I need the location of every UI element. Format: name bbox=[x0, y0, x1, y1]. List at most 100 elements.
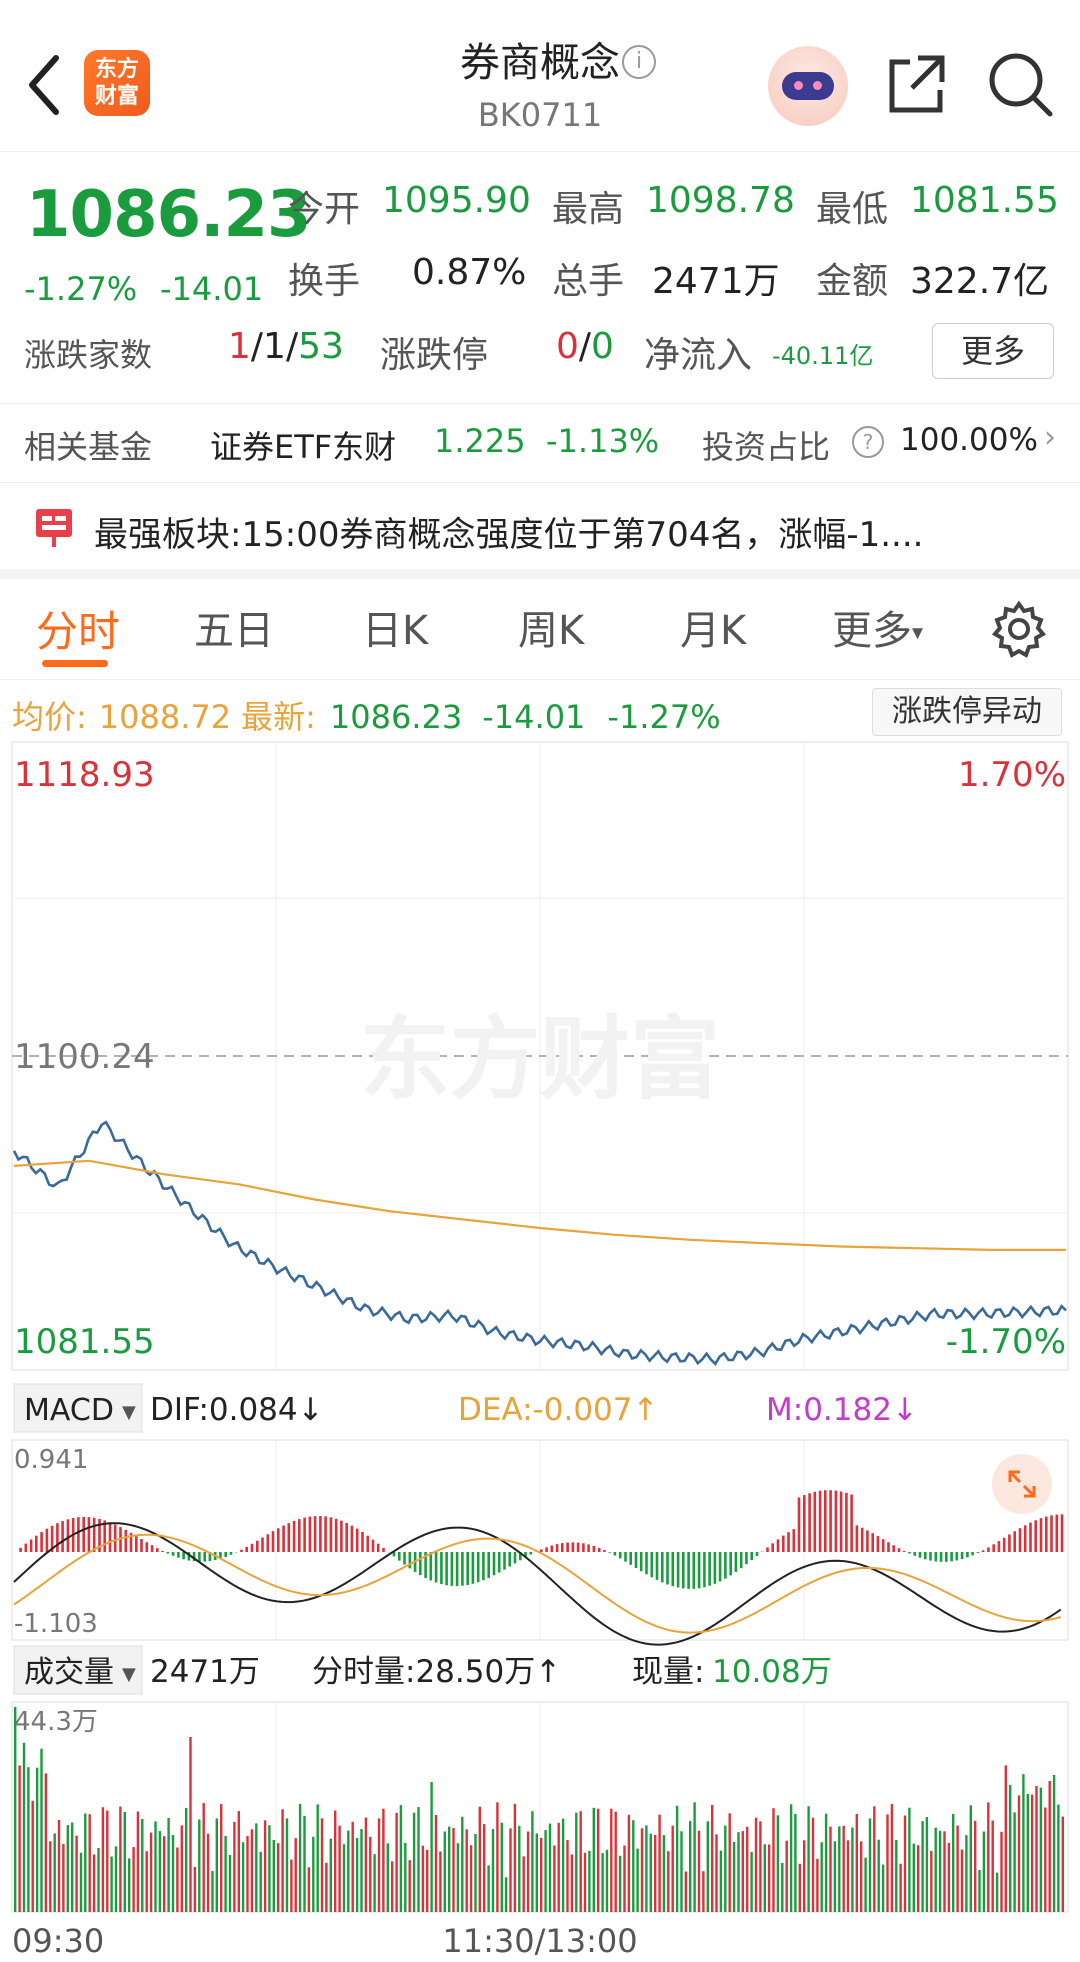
settings-gear-icon[interactable] bbox=[990, 600, 1048, 658]
search-icon[interactable] bbox=[986, 50, 1054, 118]
macd-bar bbox=[503, 1552, 506, 1570]
volume-bar bbox=[667, 1851, 670, 1912]
macd-bar bbox=[461, 1552, 464, 1586]
top-pct-label: 1.70% bbox=[958, 755, 1066, 795]
volume-bar bbox=[57, 1820, 61, 1912]
volume-bar bbox=[84, 1813, 87, 1912]
volume-bar bbox=[79, 1852, 83, 1912]
volume-bar bbox=[715, 1834, 718, 1912]
macd-bar bbox=[371, 1539, 375, 1552]
volume-bar bbox=[750, 1851, 753, 1912]
macd-bar bbox=[108, 1522, 112, 1552]
tab-five-day[interactable]: 五日 bbox=[194, 598, 274, 656]
volume-bar bbox=[855, 1814, 858, 1912]
volume-bar bbox=[706, 1821, 709, 1912]
help-icon[interactable]: ? bbox=[852, 426, 884, 458]
macd-bar bbox=[682, 1552, 685, 1589]
macd-bar bbox=[671, 1552, 675, 1587]
macd-bar bbox=[203, 1552, 206, 1562]
macd-bar bbox=[66, 1519, 70, 1552]
volume-bar bbox=[399, 1805, 403, 1912]
more-button[interactable]: 更多 bbox=[932, 323, 1054, 379]
macd-bar bbox=[1039, 1518, 1043, 1552]
macd-bar bbox=[240, 1549, 243, 1552]
volume-bar bbox=[881, 1864, 885, 1912]
volume-bar bbox=[820, 1842, 823, 1912]
volume-bar bbox=[877, 1839, 880, 1912]
macd-bar bbox=[113, 1524, 117, 1552]
strongest-sector-row[interactable]: 最强板块:15:00券商概念强度位于第704名，涨幅-1.... bbox=[0, 483, 1080, 579]
macd-bar bbox=[361, 1532, 364, 1552]
share-icon[interactable] bbox=[884, 52, 948, 116]
volume-bar bbox=[272, 1840, 275, 1912]
tab-monthly-k[interactable]: 月K bbox=[680, 598, 746, 656]
volume-bar bbox=[851, 1827, 854, 1912]
macd-bar bbox=[1018, 1528, 1022, 1552]
volume-bar bbox=[1022, 1774, 1025, 1912]
macd-bar bbox=[471, 1552, 475, 1584]
assistant-robot-icon[interactable] bbox=[768, 46, 848, 126]
macd-bar bbox=[145, 1542, 149, 1552]
tab-intraday[interactable]: 分时 bbox=[36, 598, 120, 659]
macd-bar bbox=[355, 1528, 359, 1552]
volume-bar bbox=[702, 1871, 705, 1912]
volume-bar bbox=[1061, 1816, 1064, 1912]
related-fund-row[interactable]: 相关基金 证券ETF东财 1.225 -1.13% 投资占比 ? 100.00%… bbox=[0, 403, 1080, 483]
fund-label: 相关基金 bbox=[24, 428, 153, 466]
volume-bar bbox=[842, 1825, 845, 1912]
volume-bar bbox=[680, 1831, 683, 1912]
volume-bar bbox=[290, 1859, 293, 1912]
macd-bar bbox=[813, 1491, 817, 1552]
charts-area[interactable]: 东方财富 1118.93 1.70% 1100.24 1081.55 -1.70… bbox=[0, 740, 1080, 1962]
minute-volume: 分时量:28.50万↑ bbox=[312, 1654, 561, 1690]
flat-count: /1/ bbox=[250, 326, 299, 367]
volume-bar bbox=[364, 1817, 368, 1912]
volume-bar bbox=[88, 1814, 91, 1912]
header: 东方财富 券商概念 i BK0711 bbox=[0, 0, 1080, 152]
macd-bar bbox=[150, 1545, 154, 1552]
volume-bar bbox=[22, 1742, 26, 1912]
macd-bar bbox=[792, 1529, 796, 1552]
macd-bar bbox=[687, 1552, 690, 1589]
current-price: 1086.23 bbox=[26, 178, 311, 252]
volume-bar bbox=[912, 1843, 915, 1912]
macd-bar bbox=[161, 1551, 164, 1552]
expand-button[interactable] bbox=[992, 1454, 1052, 1514]
volume-bar bbox=[614, 1811, 617, 1912]
macd-bar bbox=[450, 1552, 454, 1586]
volume-bar bbox=[294, 1838, 297, 1912]
volume-bar bbox=[263, 1820, 267, 1912]
macd-dea: DEA:-0.007↑ bbox=[458, 1392, 658, 1428]
macd-bar bbox=[177, 1552, 180, 1558]
period-tabs: 分时 五日 日K 周K 月K 更多▾ bbox=[0, 580, 1080, 680]
volume-bar bbox=[553, 1845, 556, 1912]
volume-bar bbox=[816, 1858, 819, 1912]
volume-bar bbox=[535, 1833, 538, 1912]
macd-bar bbox=[403, 1552, 406, 1565]
back-arrow-icon[interactable] bbox=[22, 52, 66, 118]
info-icon[interactable]: i bbox=[622, 45, 656, 79]
volume-bar bbox=[829, 1826, 832, 1912]
volume-bar bbox=[97, 1848, 100, 1912]
macd-bar bbox=[803, 1495, 806, 1552]
tab-more[interactable]: 更多▾ bbox=[832, 598, 923, 656]
volume-bar bbox=[189, 1737, 192, 1912]
summary-line: 均价: 1088.72 最新: 1086.23 -14.01 -1.27% bbox=[12, 692, 721, 738]
volume-bar bbox=[741, 1831, 744, 1912]
tab-weekly-k[interactable]: 周K bbox=[518, 598, 584, 656]
volume-bar bbox=[960, 1849, 964, 1912]
volume-bar bbox=[106, 1810, 109, 1912]
volume-bar bbox=[220, 1804, 223, 1912]
app-logo: 东方财富 bbox=[84, 50, 150, 116]
volume-bar bbox=[610, 1808, 613, 1912]
limit-movement-button[interactable]: 涨跌停异动 bbox=[872, 688, 1062, 736]
macd-bar bbox=[787, 1532, 790, 1552]
volume-bar bbox=[772, 1808, 775, 1912]
volume-bar bbox=[176, 1847, 179, 1912]
fund-price: 1.225 bbox=[434, 422, 526, 460]
macd-bar bbox=[482, 1552, 485, 1581]
tab-daily-k[interactable]: 日K bbox=[362, 598, 428, 656]
strongest-label: 最强板块: bbox=[94, 515, 242, 555]
volume-bar bbox=[868, 1818, 872, 1912]
amount-label: 金额 bbox=[816, 261, 889, 302]
